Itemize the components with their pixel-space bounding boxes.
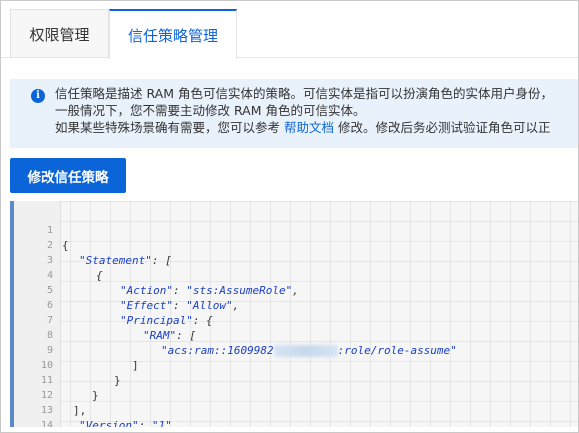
- code-line: 12 ],: [10, 373, 86, 417]
- code-line: 3 {: [10, 238, 103, 282]
- code-line: 7 "RAM": [: [10, 298, 196, 342]
- tab-divider: [1, 57, 578, 58]
- notice-line-3: 如果某些特殊场景确有需要，您可以参考 帮助文档 修改。修改后务必测试验证角色可以…: [55, 119, 578, 136]
- code-line: 4 "Action": "sts:AssumeRole",: [10, 253, 299, 297]
- code-line: 13 "Version": "1": [10, 388, 172, 427]
- code-line: 5 "Effect": "Allow",: [10, 268, 239, 312]
- code-line: 10 }: [10, 343, 121, 387]
- info-icon: i: [31, 89, 45, 103]
- help-doc-link[interactable]: 帮助文档: [284, 120, 334, 135]
- notice-line-1: 信任策略是描述 RAM 角色可信实体的策略。可信实体是指可以扮演角色的实体用户身…: [55, 86, 553, 101]
- code-line: 9 ]: [10, 328, 139, 372]
- edit-trust-policy-button[interactable]: 修改信任策略: [10, 158, 126, 193]
- tab-bar: 权限管理 信任策略管理: [1, 1, 578, 59]
- redacted-account-id: [273, 345, 338, 357]
- code-line: 14 }: [10, 403, 53, 427]
- policy-code-editor[interactable]: 1 { 2 "Statement": [ 3 { 4 "Action": "st…: [10, 201, 578, 427]
- notice-line-3-prefix: 如果某些特殊场景确有需要，您可以参考: [55, 120, 284, 135]
- code-line: 6 "Principal": {: [10, 283, 213, 327]
- tab-permission-management[interactable]: 权限管理: [10, 9, 109, 58]
- tab-trust-policy-management[interactable]: 信任策略管理: [109, 9, 237, 59]
- code-line: 2 "Statement": [: [10, 223, 172, 267]
- notice-line-2: 一般情况下，您不需要主动修改 RAM 角色的可信实体。: [55, 103, 366, 118]
- code-line: 8 "acs:ram::1609982:role/role-assume": [10, 313, 457, 357]
- info-notice: i 信任策略是描述 RAM 角色可信实体的策略。可信实体是指可以扮演角色的实体用…: [10, 79, 578, 148]
- trust-policy-page: 权限管理 信任策略管理 i 信任策略是描述 RAM 角色可信实体的策略。可信实体…: [0, 0, 579, 433]
- code-line: 11 }: [10, 358, 99, 402]
- notice-text: 信任策略是描述 RAM 角色可信实体的策略。可信实体是指可以扮演角色的实体用户身…: [55, 85, 578, 119]
- code-line: 1 {: [10, 208, 69, 252]
- line-number: 14: [40, 420, 53, 427]
- notice-line-3-suffix: 修改。修改后务必测试验证角色可以正: [334, 120, 551, 135]
